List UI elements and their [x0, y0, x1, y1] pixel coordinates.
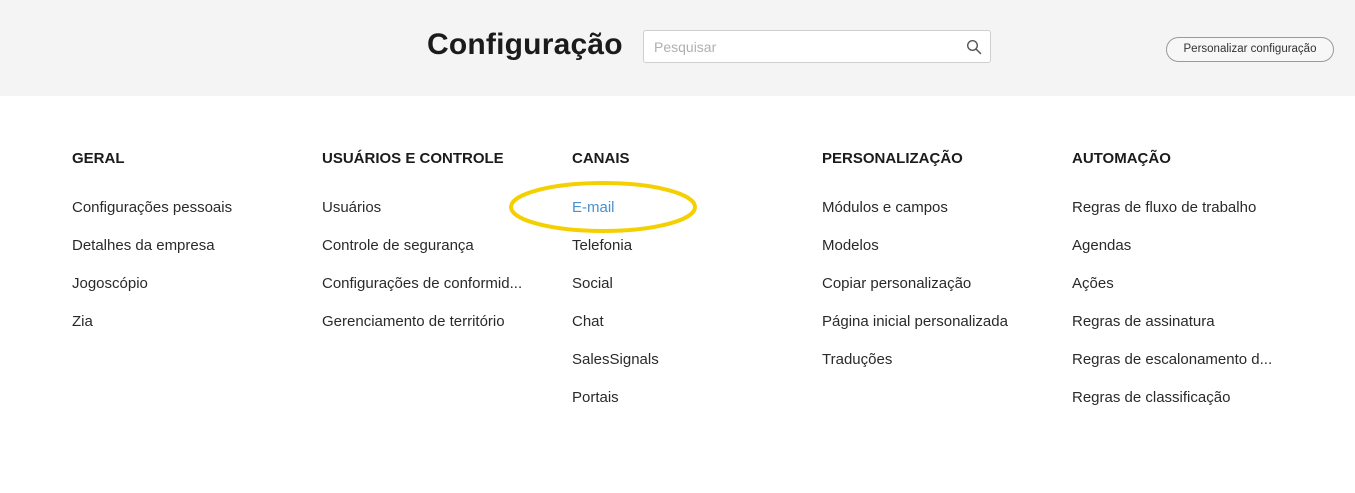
setting-link-acoes[interactable]: Ações — [1072, 276, 1287, 314]
highlight-circle-annotation — [509, 181, 697, 233]
setting-link-configuracoes-pessoais[interactable]: Configurações pessoais — [72, 200, 287, 238]
customize-setup-button[interactable]: Personalizar configuração — [1166, 37, 1334, 62]
setting-link-detalhes-da-empresa[interactable]: Detalhes da empresa — [72, 238, 287, 276]
setting-link-modelos[interactable]: Modelos — [822, 238, 1037, 276]
section-heading: AUTOMAÇÃO — [1072, 150, 1171, 167]
setting-link-usuarios[interactable]: Usuários — [322, 200, 537, 238]
setting-link-regras-de-fluxo-de-trabalho[interactable]: Regras de fluxo de trabalho — [1072, 200, 1287, 238]
section-list: E-mail Telefonia Social Chat SalesSignal… — [572, 200, 787, 428]
search-icon[interactable] — [966, 39, 982, 55]
section-list: Módulos e campos Modelos Copiar personal… — [822, 200, 1037, 390]
page-title: Configuração — [427, 28, 623, 61]
search-input[interactable] — [644, 31, 954, 62]
setting-link-agendas[interactable]: Agendas — [1072, 238, 1287, 276]
setting-link-controle-de-seguranca[interactable]: Controle de segurança — [322, 238, 537, 276]
section-list: Regras de fluxo de trabalho Agendas Açõe… — [1072, 200, 1287, 428]
setting-link-regras-de-assinatura[interactable]: Regras de assinatura — [1072, 314, 1287, 352]
setting-link-copiar-personalizacao[interactable]: Copiar personalização — [822, 276, 1037, 314]
setting-link-social[interactable]: Social — [572, 276, 787, 314]
section-geral: GERAL Configurações pessoais Detalhes da… — [72, 150, 287, 352]
section-heading: PERSONALIZAÇÃO — [822, 150, 963, 167]
section-heading: USUÁRIOS E CONTROLE — [322, 150, 504, 167]
setting-link-regras-de-escalonamento[interactable]: Regras de escalonamento d... — [1072, 352, 1287, 390]
setting-link-gerenciamento-de-territorio[interactable]: Gerenciamento de território — [322, 314, 537, 352]
setting-link-configuracoes-de-conformidade[interactable]: Configurações de conformid... — [322, 276, 537, 314]
setting-link-chat[interactable]: Chat — [572, 314, 787, 352]
section-list: Configurações pessoais Detalhes da empre… — [72, 200, 287, 352]
search-box[interactable] — [643, 30, 991, 63]
section-list: Usuários Controle de segurança Configura… — [322, 200, 537, 352]
section-automacao: AUTOMAÇÃO Regras de fluxo de trabalho Ag… — [1072, 150, 1287, 428]
setting-link-telefonia[interactable]: Telefonia — [572, 238, 787, 276]
setting-link-salessignals[interactable]: SalesSignals — [572, 352, 787, 390]
setting-link-pagina-inicial-personalizada[interactable]: Página inicial personalizada — [822, 314, 1037, 352]
setting-link-modulos-e-campos[interactable]: Módulos e campos — [822, 200, 1037, 238]
setting-link-portais[interactable]: Portais — [572, 390, 787, 428]
section-usuarios-e-controle: USUÁRIOS E CONTROLE Usuários Controle de… — [322, 150, 537, 352]
setting-link-jogoscopio[interactable]: Jogoscópio — [72, 276, 287, 314]
section-heading: CANAIS — [572, 150, 630, 167]
setting-link-zia[interactable]: Zia — [72, 314, 287, 352]
section-heading: GERAL — [72, 150, 125, 167]
section-personalizacao: PERSONALIZAÇÃO Módulos e campos Modelos … — [822, 150, 1037, 390]
setting-link-regras-de-classificacao[interactable]: Regras de classificação — [1072, 390, 1287, 428]
setting-link-traducoes[interactable]: Traduções — [822, 352, 1037, 390]
page-header: Configuração Personalizar configuração — [0, 0, 1355, 96]
